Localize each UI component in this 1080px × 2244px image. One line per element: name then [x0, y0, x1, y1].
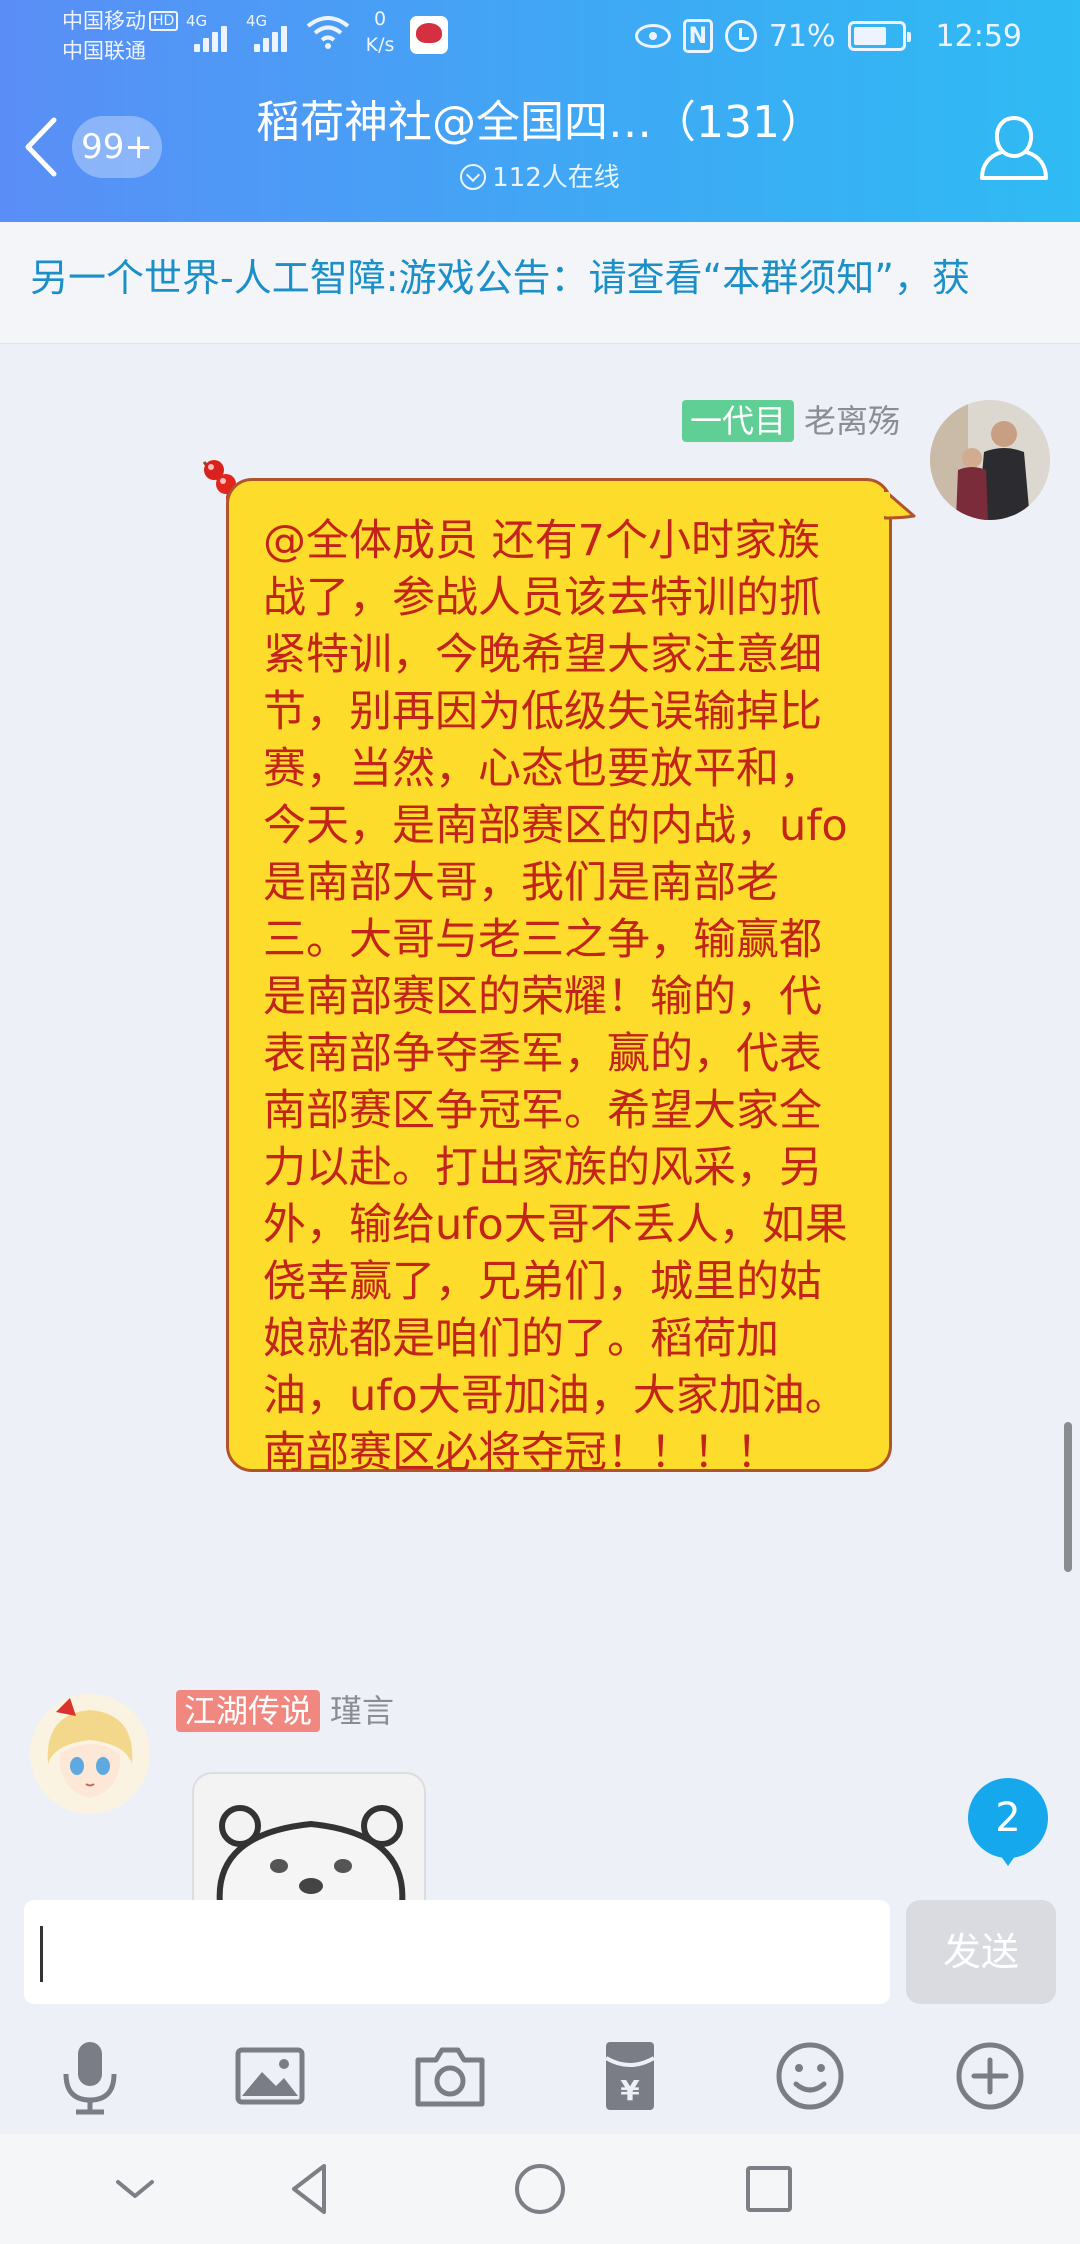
signal-1-icon: 4G [186, 12, 232, 52]
group-profile-button[interactable] [974, 112, 1054, 184]
send-button[interactable]: 发送 [906, 1900, 1056, 2004]
rank-tag: 一代目 [681, 400, 794, 442]
sender-info: 江湖传说 瑾言 [176, 1690, 394, 1732]
chat-title[interactable]: 稻荷神社@全国四…（131） [200, 95, 880, 151]
more-button[interactable] [942, 2028, 1038, 2124]
carrier-2-name: 中国联通 [62, 39, 146, 63]
eye-comfort-icon [634, 24, 671, 48]
photo-button[interactable] [222, 2028, 318, 2124]
online-count: 112人在线 [492, 163, 620, 193]
clock: 12:59 [935, 18, 1022, 54]
image-message[interactable] [192, 1772, 426, 1900]
voice-button[interactable] [42, 2028, 138, 2124]
sender-nickname[interactable]: 瑾言 [330, 1690, 394, 1732]
nfc-icon: N [682, 19, 713, 53]
text-caret [40, 1926, 43, 1982]
status-right: N 71% 12:59 [634, 14, 1022, 58]
carrier-info: 中国移动 HD 中国联通 [62, 6, 179, 66]
carrier-1-name: 中国移动 [62, 9, 146, 33]
person-icon [980, 115, 1048, 180]
net-speed: 0 K/s [365, 8, 395, 56]
signal-2-label: 4G [246, 12, 268, 30]
circle-home-icon [515, 2164, 565, 2214]
camera-button[interactable] [402, 2028, 498, 2124]
nav-back-button[interactable] [274, 2154, 344, 2224]
bear-sticker-image [216, 1805, 406, 1900]
chevron-down-circle-icon [460, 164, 487, 190]
nav-recents-button[interactable] [734, 2154, 804, 2224]
avatar[interactable] [30, 1694, 150, 1814]
rank-tag: 江湖传说 [176, 1690, 321, 1732]
announcement-text: 另一个世界-人工智障:游戏公告：请查看“本群须知”，获 [30, 256, 970, 300]
signal-2-icon: 4G [246, 12, 292, 52]
triangle-back-icon [292, 2164, 326, 2214]
nav-home-button[interactable] [505, 2154, 575, 2224]
battery-percent: 71% [768, 18, 836, 54]
red-packet-icon: ¥ [604, 2042, 656, 2110]
chevron-down-icon [116, 2180, 154, 2198]
hide-nav-button[interactable] [100, 2154, 170, 2224]
message-bubble[interactable]: @全体成员 还有7个小时家族战了，参战人员该去特训的抓紧特训，今晚希望大家注意细… [226, 478, 892, 1478]
camera-icon [415, 2047, 485, 2107]
alarm-icon [724, 20, 757, 52]
app-notification-icon [410, 16, 448, 54]
emoji-icon [776, 2042, 844, 2110]
message-input[interactable] [24, 1900, 890, 2004]
message-list[interactable]: 一代目 老离殇 @全体成员 还有7个小时家族战了，参战人员该去特训的抓紧特训，今… [0, 344, 1080, 1900]
microphone-icon [63, 2042, 117, 2115]
battery-icon [847, 21, 911, 51]
square-recents-icon [746, 2166, 792, 2212]
red-packet-button[interactable]: ¥ [582, 2028, 678, 2124]
sender-info: 一代目 老离殇 [681, 400, 900, 442]
system-navigation-bar [0, 2134, 1080, 2244]
new-message-badge[interactable]: 2 [968, 1778, 1048, 1866]
plus-icon [956, 2042, 1024, 2110]
group-announcement-banner[interactable]: 另一个世界-人工智障:游戏公告：请查看“本群须知”，获 [0, 222, 1080, 344]
signal-1-label: 4G [186, 12, 208, 30]
online-status[interactable]: 112人在线 [0, 160, 1080, 196]
svg-text:¥: ¥ [620, 2074, 640, 2107]
emoji-button[interactable] [762, 2028, 858, 2124]
avatar[interactable] [930, 400, 1050, 520]
message-text: @全体成员 还有7个小时家族战了，参战人员该去特训的抓紧特训，今晚希望大家注意细… [263, 516, 848, 1478]
image-icon [235, 2047, 305, 2105]
scrollbar[interactable] [1064, 1422, 1072, 1572]
bubble-tail [884, 488, 916, 520]
sender-nickname[interactable]: 老离殇 [804, 400, 900, 442]
wifi-icon [306, 14, 350, 54]
hd-badge: HD [149, 11, 179, 31]
chat-header: 中国移动 HD 中国联通 4G 4G 0 K/s N 71% 12:59 99+ … [0, 0, 1080, 222]
input-toolbar: ¥ [0, 2028, 1080, 2124]
